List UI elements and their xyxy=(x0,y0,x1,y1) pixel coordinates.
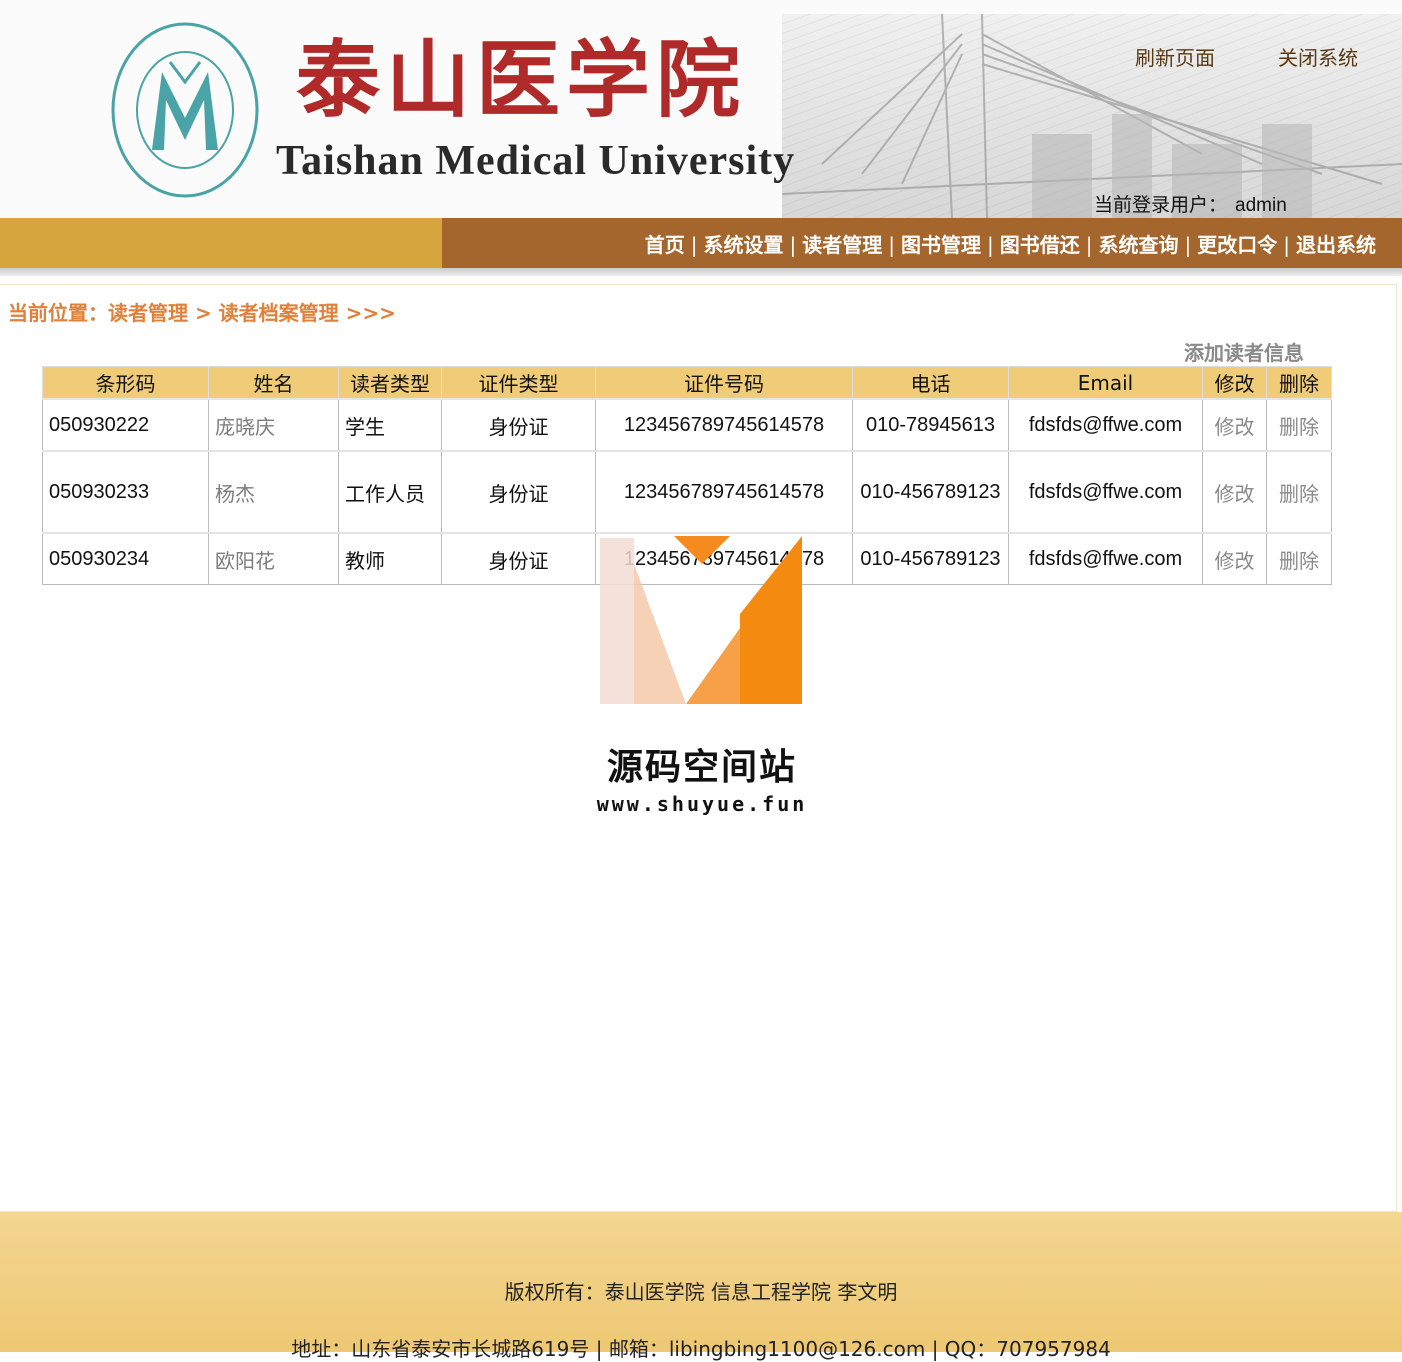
nav-item-change-password[interactable]: 更改口令 xyxy=(1197,233,1277,257)
nav-separator: | xyxy=(690,233,698,257)
university-name-chinese: 泰山医学院 xyxy=(296,30,747,129)
cell-reader-type: 学生 xyxy=(338,398,442,452)
login-username: admin xyxy=(1235,195,1287,216)
delete-link[interactable]: 删除 xyxy=(1266,450,1332,534)
breadcrumb-suffix: >>> xyxy=(338,301,396,325)
nav-separator: | xyxy=(1184,233,1192,257)
cell-barcode: 050930233 xyxy=(42,450,209,534)
breadcrumb-reader-management[interactable]: 读者管理 xyxy=(108,301,188,325)
breadcrumb-prefix: 当前位置： xyxy=(8,301,108,325)
navbar-shadow xyxy=(0,268,1402,276)
login-label: 当前登录用户： xyxy=(1094,194,1228,216)
nav-item-logout[interactable]: 退出系统 xyxy=(1296,233,1376,257)
nav-item-system-query[interactable]: 系统查询 xyxy=(1099,233,1179,257)
nav-item-borrow-return[interactable]: 图书借还 xyxy=(1000,233,1080,257)
breadcrumb-reader-archive[interactable]: 读者档案管理 xyxy=(219,301,339,325)
edit-link[interactable]: 修改 xyxy=(1202,398,1267,452)
column-header-edit: 修改 xyxy=(1202,366,1267,400)
refresh-page-link[interactable]: 刷新页面 xyxy=(1135,42,1215,71)
breadcrumb: 当前位置：读者管理 > 读者档案管理 >>> xyxy=(8,297,396,326)
cell-phone: 010-456789123 xyxy=(852,450,1009,534)
university-name-english: Taishan Medical University xyxy=(276,138,796,184)
footer-address: 地址：山东省泰安市长城路619号 | 邮箱：libingbing1100@126… xyxy=(291,1337,1111,1361)
column-header-name: 姓名 xyxy=(208,366,339,400)
edit-link[interactable]: 修改 xyxy=(1202,532,1267,585)
column-header-delete: 删除 xyxy=(1266,366,1332,400)
header-banner: 泰山医学院 Taishan Medical University 刷新页面 关闭… xyxy=(0,0,1402,218)
cell-id-number: 123456789745614578 xyxy=(595,450,853,534)
column-header-id-type: 证件类型 xyxy=(441,366,596,400)
edit-link[interactable]: 修改 xyxy=(1202,450,1267,534)
table-row: 050930222 庞晓庆 学生 身份证 123456789745614578 … xyxy=(42,398,1332,452)
nav-menu: 首页 | 系统设置 | 读者管理 | 图书管理 | 图书借还 | 系统查询 | 更改口令 | 退出系统 xyxy=(645,229,1376,258)
cell-barcode: 050930234 xyxy=(42,532,209,585)
column-header-reader-type: 读者类型 xyxy=(338,366,442,400)
cell-name[interactable]: 欧阳花 xyxy=(208,532,339,585)
watermark-url: www.shuyue.fun xyxy=(596,792,808,816)
column-header-barcode: 条形码 xyxy=(42,366,209,400)
delete-link[interactable]: 删除 xyxy=(1266,398,1332,452)
cell-email: fdsfds@ffwe.com xyxy=(1008,398,1203,452)
table-header-row: 条形码 姓名 读者类型 证件类型 证件号码 电话 Email 修改 删除 xyxy=(42,366,1332,400)
navbar-menu-area: 首页 | 系统设置 | 读者管理 | 图书管理 | 图书借还 | 系统查询 | 更改口令 | 退出系统 xyxy=(442,218,1402,268)
cell-barcode: 050930222 xyxy=(42,398,209,452)
university-seal-logo xyxy=(111,22,259,198)
login-info: 当前登录用户： admin xyxy=(1094,190,1287,217)
cell-phone: 010-456789123 xyxy=(852,532,1009,585)
cell-id-number: 123456789745614578 xyxy=(595,398,853,452)
nav-item-book-management[interactable]: 图书管理 xyxy=(901,233,981,257)
cell-name[interactable]: 庞晓庆 xyxy=(208,398,339,452)
nav-item-home[interactable]: 首页 xyxy=(645,233,685,257)
cell-phone: 010-78945613 xyxy=(852,398,1009,452)
cell-id-type: 身份证 xyxy=(441,450,596,534)
nav-separator: | xyxy=(789,233,797,257)
watermark-logo-icon xyxy=(600,536,802,704)
nav-separator: | xyxy=(1085,233,1093,257)
watermark: 源码空间站 www.shuyue.fun xyxy=(590,534,814,824)
cell-name[interactable]: 杨杰 xyxy=(208,450,339,534)
delete-link[interactable]: 删除 xyxy=(1266,532,1332,585)
nav-item-reader-management[interactable]: 读者管理 xyxy=(802,233,882,257)
column-header-phone: 电话 xyxy=(852,366,1009,400)
nav-item-system-settings[interactable]: 系统设置 xyxy=(704,233,784,257)
nav-separator: | xyxy=(987,233,994,257)
watermark-title: 源码空间站 xyxy=(606,747,797,788)
column-header-id-number: 证件号码 xyxy=(595,366,853,400)
cell-id-type: 身份证 xyxy=(441,532,596,585)
column-header-email: Email xyxy=(1008,366,1203,400)
close-system-link[interactable]: 关闭系统 xyxy=(1278,42,1358,71)
add-reader-link[interactable]: 添加读者信息 xyxy=(1184,337,1304,366)
nav-separator: | xyxy=(1283,233,1290,257)
cell-email: fdsfds@ffwe.com xyxy=(1008,450,1203,534)
main-navbar: 首页 | 系统设置 | 读者管理 | 图书管理 | 图书借还 | 系统查询 | 更改口令 | 退出系统 xyxy=(0,218,1402,268)
cell-email: fdsfds@ffwe.com xyxy=(1008,532,1203,585)
breadcrumb-separator: > xyxy=(188,301,219,325)
footer-copyright: 版权所有：泰山医学院 信息工程学院 李文明 xyxy=(504,1280,898,1304)
nav-separator: | xyxy=(888,233,895,257)
cell-id-type: 身份证 xyxy=(441,398,596,452)
cell-reader-type: 工作人员 xyxy=(338,450,442,534)
cell-reader-type: 教师 xyxy=(338,532,442,585)
table-row: 050930233 杨杰 工作人员 身份证 123456789745614578… xyxy=(42,450,1332,534)
